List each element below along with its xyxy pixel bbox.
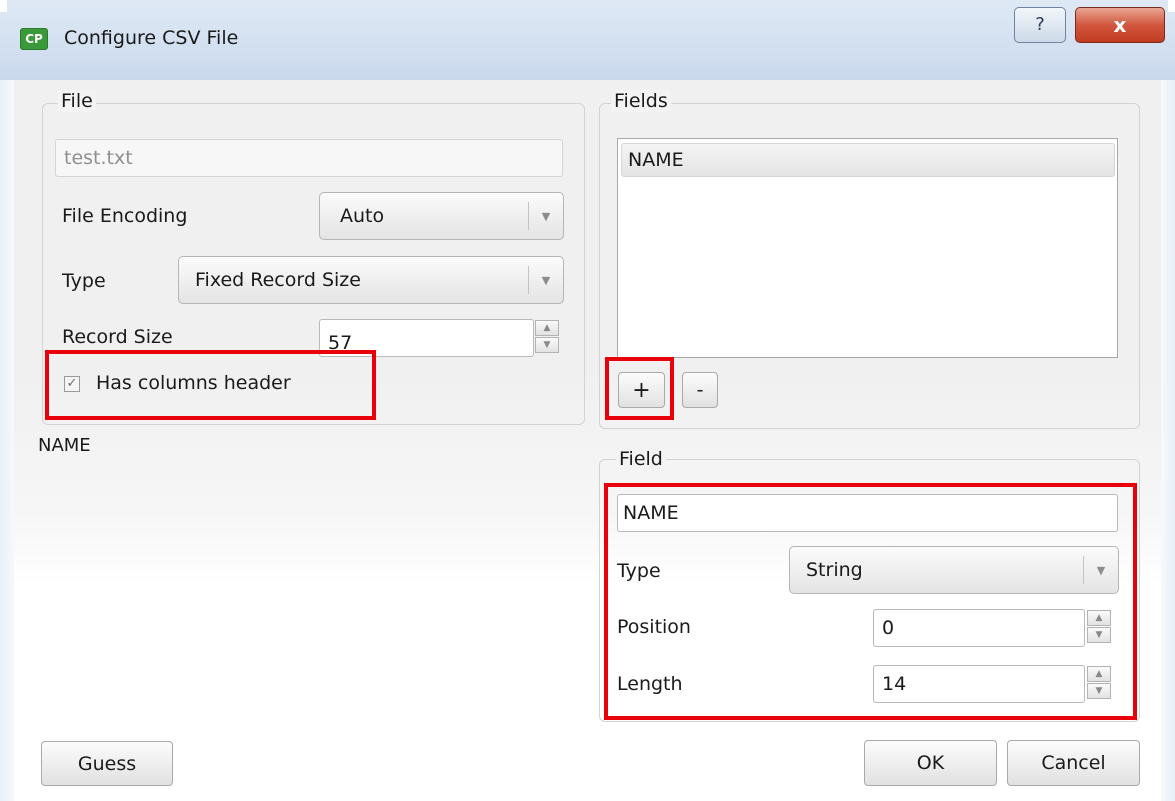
record-size-spin-up-icon[interactable]: ▲ (535, 320, 559, 336)
window-border-left (0, 80, 14, 801)
highlight-has-header (45, 350, 376, 420)
fields-list-item[interactable]: NAME (621, 143, 1115, 177)
type-select[interactable]: Fixed Record Size ▼ (178, 256, 564, 304)
file-encoding-select[interactable]: Auto ▼ (319, 192, 564, 240)
window-title: Configure CSV File (64, 27, 239, 49)
cancel-button[interactable]: Cancel (1007, 740, 1140, 786)
type-label: Type (62, 270, 106, 292)
fields-group-title: Fields (611, 90, 671, 112)
field-group-title: Field (616, 448, 666, 470)
record-size-label: Record Size (62, 326, 173, 348)
file-encoding-label: File Encoding (62, 205, 188, 227)
highlight-field-group (604, 483, 1137, 720)
file-encoding-value: Auto (340, 205, 385, 227)
filename-field: test.txt (55, 139, 563, 177)
record-size-spin-down-icon[interactable]: ▼ (535, 337, 559, 353)
chevron-down-icon: ▼ (541, 273, 551, 287)
type-value: Fixed Record Size (195, 269, 361, 291)
preview-column-name: NAME (38, 435, 91, 456)
close-button[interactable]: x (1075, 7, 1165, 43)
chevron-down-icon: ▼ (541, 209, 551, 223)
help-button[interactable]: ? (1014, 7, 1066, 43)
guess-button[interactable]: Guess (41, 741, 173, 786)
remove-field-button[interactable]: - (682, 372, 718, 408)
ok-button[interactable]: OK (864, 740, 997, 786)
highlight-add-field (605, 357, 674, 420)
app-icon: CP (20, 28, 48, 50)
window-border-right (1161, 80, 1175, 801)
file-group-title: File (58, 90, 96, 112)
